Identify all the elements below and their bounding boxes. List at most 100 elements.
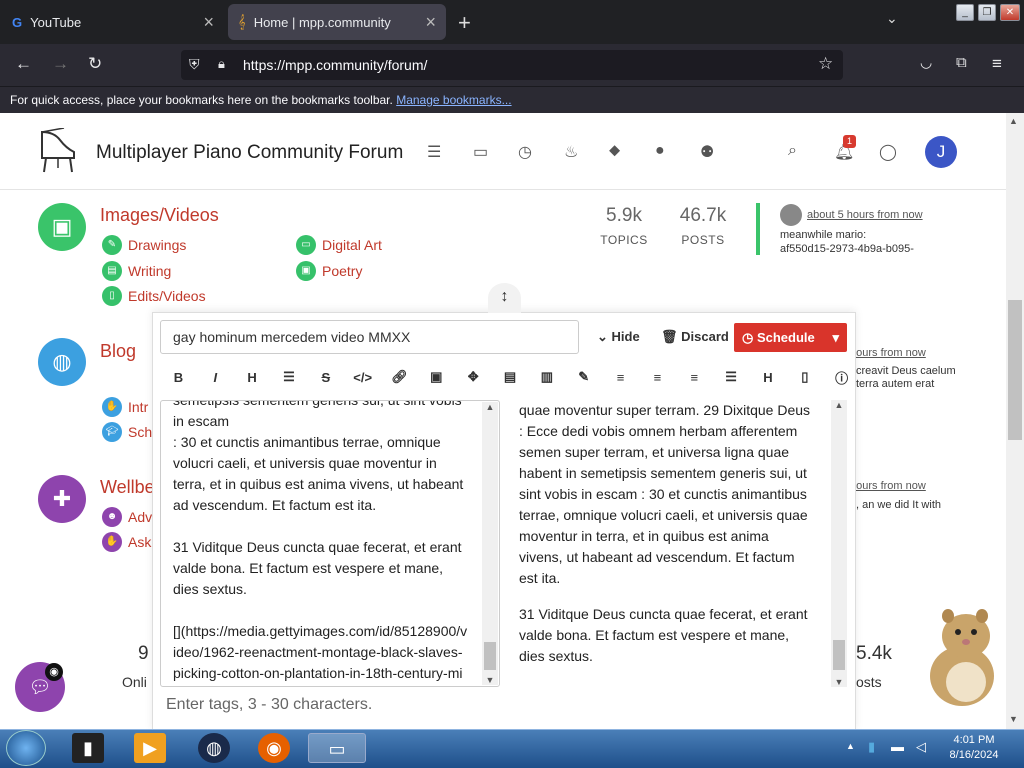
firefox-icon[interactable]: ◉ xyxy=(258,733,290,763)
scroll-down-arrow-icon[interactable]: ▼ xyxy=(831,677,847,687)
window-app-icon[interactable]: ▭ xyxy=(308,733,366,763)
pen-icon[interactable]: ✎ xyxy=(565,369,602,385)
bookmark-star-icon[interactable]: ☆ xyxy=(818,54,833,74)
extensions-icon[interactable]: ⧉ xyxy=(956,54,967,71)
latest-post-time[interactable]: hours from now xyxy=(850,480,926,492)
reload-icon[interactable]: ↻ xyxy=(88,54,102,74)
category-name[interactable]: Blog xyxy=(100,341,136,362)
caption-icon[interactable]: ▤ xyxy=(492,369,529,385)
minimize-icon[interactable]: _ xyxy=(956,4,974,21)
discard-button[interactable]: 🗑︎ Discard xyxy=(661,329,729,345)
dropdown-caret-icon[interactable]: ▾ xyxy=(832,323,839,352)
schedule-button[interactable]: ◷ Schedule ▾ xyxy=(734,323,847,352)
subcategory-advice[interactable]: ☻ Adv xyxy=(102,507,152,527)
cmd-icon[interactable]: ▮ xyxy=(72,733,104,763)
piano-logo-icon[interactable] xyxy=(36,127,80,174)
subcategory-ask[interactable]: ✋ Ask xyxy=(102,532,151,552)
align-right-icon[interactable]: ≡ xyxy=(676,370,713,385)
groups-icon[interactable]: ⚉ xyxy=(700,142,714,162)
latest-post-time[interactable]: hours from now xyxy=(850,347,926,359)
forum-title[interactable]: Multiplayer Piano Community Forum xyxy=(96,142,403,164)
close-tab-icon[interactable]: × xyxy=(425,12,436,33)
composer-resize-handle[interactable]: ↕ xyxy=(488,283,521,313)
inbox-icon[interactable]: ▭ xyxy=(473,142,488,162)
scroll-down-arrow-icon[interactable]: ▼ xyxy=(1009,714,1018,724)
file-icon[interactable]: ▯ xyxy=(786,369,823,385)
pocket-icon[interactable]: ◡ xyxy=(920,54,932,71)
latest-post-avatar[interactable] xyxy=(780,204,802,226)
latest-post-text[interactable]: terra autem erat xyxy=(856,378,934,390)
latest-post-time[interactable]: about 5 hours from now xyxy=(807,209,923,221)
start-button[interactable] xyxy=(6,730,46,766)
tab-youtube[interactable]: G YouTube × xyxy=(2,4,224,40)
maximize-icon[interactable]: ❐ xyxy=(978,4,996,21)
tab-mpp-community[interactable]: 𝄞 Home | mpp.community × xyxy=(228,4,446,40)
close-window-icon[interactable]: ✕ xyxy=(1000,4,1020,21)
align-left-icon[interactable]: ≡ xyxy=(602,370,639,385)
eye-icon[interactable]: ◉ xyxy=(45,663,63,681)
latest-post-text[interactable]: , an we did It with xyxy=(856,499,941,511)
manage-bookmarks-link[interactable]: Manage bookmarks... xyxy=(396,93,511,107)
italic-icon[interactable]: I xyxy=(197,370,234,385)
subcategory-school[interactable]: 🎓︎ Sch xyxy=(102,422,152,442)
scrollbar-thumb[interactable] xyxy=(484,642,496,670)
topic-title-input[interactable]: gay hominum mercedem video MMXX xyxy=(160,320,579,354)
category-name[interactable]: Images/Videos xyxy=(100,205,219,226)
align-center-icon[interactable]: ≡ xyxy=(639,370,676,385)
globe-app-icon[interactable]: ◍ xyxy=(198,733,230,763)
tab-list-chevron-icon[interactable]: ⌄ xyxy=(886,10,898,27)
subcategory-intro[interactable]: ✋ Intr xyxy=(102,397,148,417)
image-upload-icon[interactable]: ▣ xyxy=(418,369,455,385)
tray-network-icon[interactable]: ▬ xyxy=(891,739,904,754)
system-clock[interactable]: 4:01 PM 8/16/2024 xyxy=(944,733,1004,763)
preview-scrollbar[interactable]: ▲ ▼ xyxy=(831,400,847,687)
globe-icon[interactable]: ◍ xyxy=(38,338,86,386)
close-tab-icon[interactable]: × xyxy=(203,12,214,33)
editor-scrollbar[interactable]: ▲ ▼ xyxy=(482,402,498,685)
medkit-icon[interactable]: ✚ xyxy=(38,475,86,523)
link-icon[interactable]: 🔗︎ xyxy=(381,369,418,385)
categories-icon[interactable]: ☰ xyxy=(427,142,441,162)
chat-icon[interactable]: ◯ xyxy=(879,142,897,162)
list-icon[interactable]: ☰ xyxy=(271,369,308,385)
url-bar[interactable]: https://mpp.community/forum/ xyxy=(181,50,843,80)
media-player-icon[interactable]: ▶ xyxy=(134,733,166,763)
scroll-down-arrow-icon[interactable]: ▼ xyxy=(482,675,498,685)
popular-fire-icon[interactable]: ♨ xyxy=(564,142,578,162)
hide-button[interactable]: ⌄ Hide xyxy=(597,329,640,345)
subcategory-edits-videos[interactable]: ▯ Edits/Videos xyxy=(102,286,206,306)
latest-post-text[interactable]: creavit Deus caelum xyxy=(856,365,956,377)
search-icon[interactable]: ⌕ xyxy=(788,142,797,160)
latest-post-text[interactable]: meanwhile mario: xyxy=(780,229,866,241)
editor-content[interactable]: semetipsis sementem generis sui, ut sint… xyxy=(161,401,481,686)
tags-icon[interactable]: ⬥ xyxy=(609,142,620,160)
markdown-editor[interactable]: semetipsis sementem generis sui, ut sint… xyxy=(160,400,500,687)
scroll-up-arrow-icon[interactable]: ▲ xyxy=(1009,116,1018,126)
latest-post-text[interactable]: af550d15-2973-4b9a-b095- xyxy=(780,243,914,255)
image-icon[interactable]: ▣ xyxy=(38,203,86,251)
page-scrollbar-thumb[interactable] xyxy=(1008,300,1022,440)
scroll-up-arrow-icon[interactable]: ▲ xyxy=(831,400,847,410)
tags-input[interactable]: Enter tags, 3 - 30 characters. xyxy=(166,696,372,714)
chart-icon[interactable]: ▥ xyxy=(528,369,565,385)
strikethrough-icon[interactable]: S xyxy=(307,370,344,385)
justify-icon[interactable]: ☰ xyxy=(713,369,750,385)
tray-arrow-icon[interactable]: ▲ xyxy=(846,741,855,751)
user-avatar[interactable]: J xyxy=(925,136,957,168)
heading-icon[interactable]: H xyxy=(234,370,271,385)
new-tab-icon[interactable]: + xyxy=(458,10,471,36)
subcategory-drawings[interactable]: ✎ Drawings xyxy=(102,235,186,255)
tray-app-icon[interactable]: ▮ xyxy=(868,739,875,755)
scroll-up-arrow-icon[interactable]: ▲ xyxy=(482,402,498,412)
scrollbar-thumb[interactable] xyxy=(833,640,845,670)
subcategory-digital-art[interactable]: ▭ Digital Art xyxy=(296,235,382,255)
expand-icon[interactable]: ✥ xyxy=(455,369,492,385)
info-icon[interactable]: ⓘ xyxy=(823,368,860,387)
code-icon[interactable]: </> xyxy=(344,370,381,385)
forward-icon[interactable]: → xyxy=(52,54,69,74)
lock-icon[interactable]: 🔒︎ xyxy=(218,56,225,72)
recent-clock-icon[interactable]: ◷ xyxy=(518,142,532,162)
header-icon[interactable]: H xyxy=(750,370,787,385)
subcategory-poetry[interactable]: ▣ Poetry xyxy=(296,261,362,281)
shield-icon[interactable]: ⛨ xyxy=(189,56,200,73)
